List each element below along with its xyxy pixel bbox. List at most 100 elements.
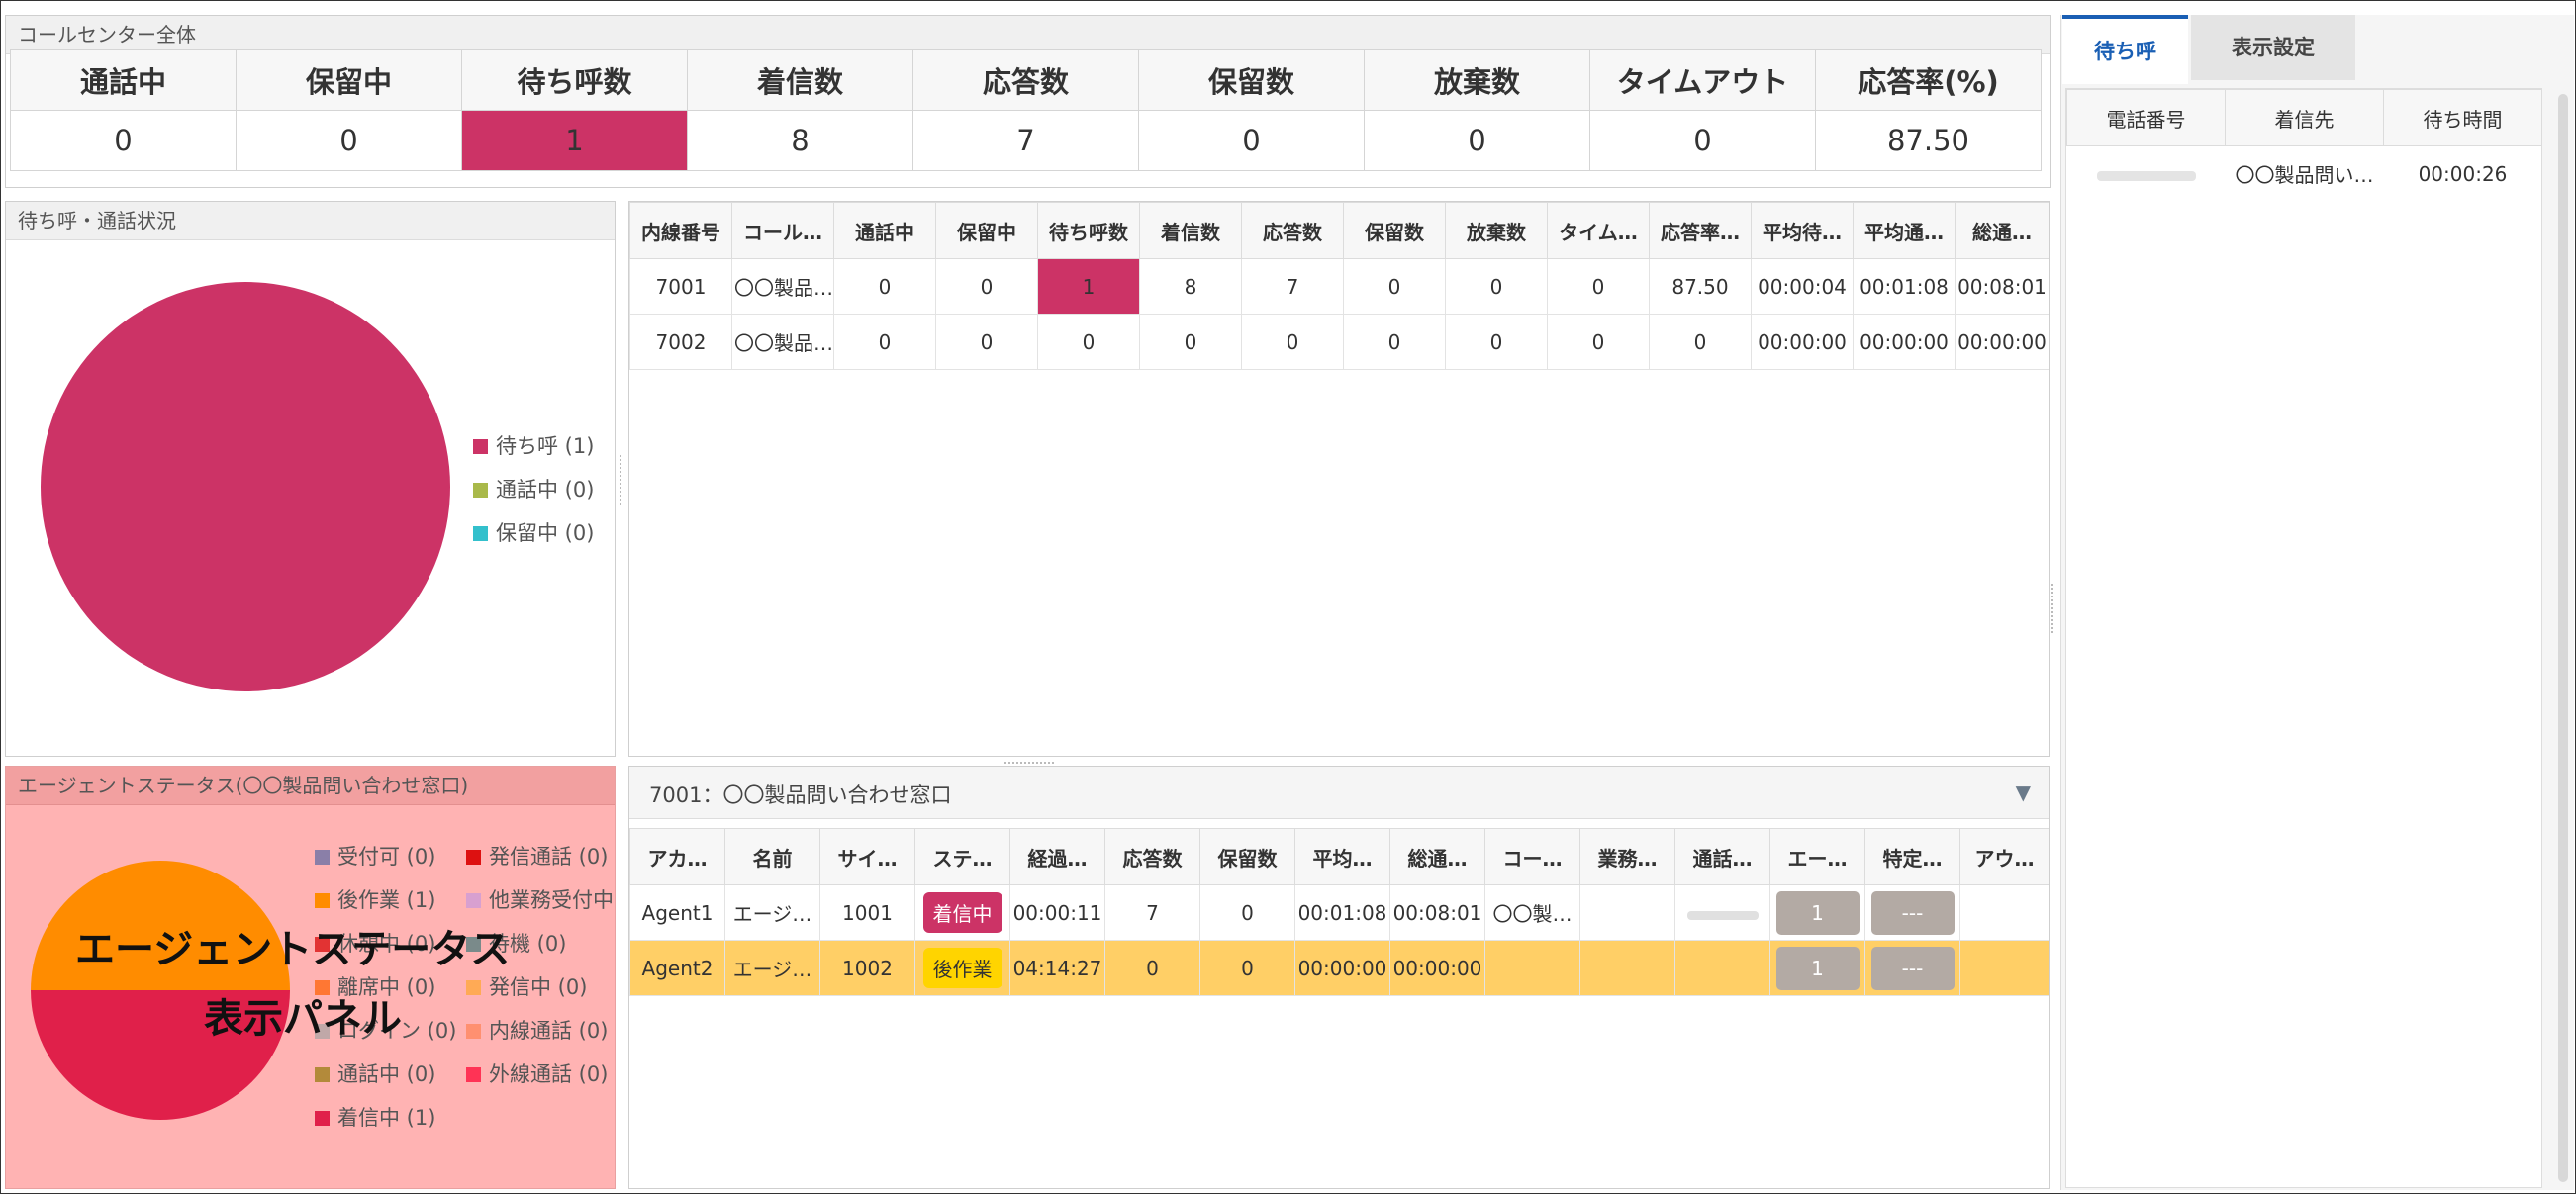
table-cell: 0 — [1445, 314, 1548, 370]
status-badge: 後作業 — [922, 948, 1002, 988]
column-header[interactable]: 通話中 — [833, 202, 936, 259]
right-splitter-handle[interactable] — [2051, 584, 2059, 633]
agent-total: 00:00:00 — [1389, 940, 1485, 996]
special-button[interactable]: --- — [1870, 890, 1955, 935]
column-header[interactable]: 着信数 — [1139, 202, 1242, 259]
agent-elapsed: 04:14:27 — [1009, 940, 1105, 996]
table-cell: 00:00:04 — [1751, 258, 1854, 315]
legend-label: 発信通話 (0) — [489, 845, 609, 869]
summary-header-row: 通話中 保留中 待ち呼数 着信数 応答数 保留数 放棄数 タイムアウト 応答率(… — [10, 49, 2042, 111]
agent-count-button[interactable]: 1 — [1775, 890, 1860, 935]
column-header[interactable]: 電話番号 — [2066, 89, 2226, 146]
legend-swatch — [466, 850, 481, 865]
queue-selector[interactable]: 7001：〇〇製品問い合わせ窓口 ▼ — [629, 767, 2049, 819]
column-header[interactable]: 業務… — [1579, 828, 1675, 885]
agent-out — [1959, 884, 2049, 941]
agent-count-button[interactable]: 1 — [1775, 946, 1860, 990]
table-cell: 0 — [1139, 314, 1242, 370]
column-header[interactable]: 放棄数 — [1445, 202, 1548, 259]
legend-item-hold: 保留中 (0) — [473, 517, 594, 547]
agent-avg: 00:01:08 — [1294, 884, 1390, 941]
column-header[interactable]: 着信先 — [2225, 89, 2384, 146]
column-header[interactable]: ステ… — [914, 828, 1010, 885]
column-header[interactable]: 総通… — [1389, 828, 1485, 885]
table-cell: 0 — [1343, 314, 1446, 370]
pie-slice-waiting — [41, 282, 450, 691]
column-header[interactable]: エー… — [1769, 828, 1865, 885]
column-header[interactable]: 総通… — [1955, 202, 2049, 259]
waiting-destination: 〇〇製品問い… — [2235, 163, 2374, 187]
legend-swatch — [466, 980, 481, 995]
table-cell: 00:00:00 — [1955, 314, 2049, 370]
legend-item: 通話中 (0) — [315, 1058, 435, 1088]
column-header[interactable]: 平均待… — [1751, 202, 1854, 259]
vertical-splitter-handle[interactable] — [620, 455, 627, 505]
legend-swatch — [315, 1111, 330, 1126]
legend-label: 着信中 (1) — [337, 1106, 436, 1130]
summary-value: 0 — [1589, 110, 1816, 171]
summary-value: 7 — [912, 110, 1139, 171]
column-header[interactable]: 通話… — [1674, 828, 1770, 885]
legend-swatch — [315, 850, 330, 865]
table-cell-waiting: 1 — [1037, 258, 1140, 315]
column-header[interactable]: 名前 — [724, 828, 820, 885]
column-header[interactable]: 平均… — [1294, 828, 1390, 885]
table-row[interactable]: 〇〇製品問い… 00:00:26 — [2067, 146, 2542, 202]
agent-answered: 0 — [1104, 940, 1200, 996]
vertical-scrollbar[interactable] — [2558, 94, 2568, 1182]
summary-value: 8 — [687, 110, 913, 171]
column-header[interactable]: 保留中 — [935, 202, 1038, 259]
table-row[interactable]: 7002 〇〇製品… 0 0 0 0 0 0 0 0 0 00:00:00 00… — [629, 314, 2049, 370]
column-header[interactable]: 応答数 — [1241, 202, 1344, 259]
legend-item: 外線通話 (0) — [466, 1058, 608, 1088]
table-cell: 00:00:00 — [1751, 314, 1854, 370]
column-header[interactable]: 待ち呼数 — [1037, 202, 1140, 259]
column-header[interactable]: 保留数 — [1199, 828, 1295, 885]
legend-label: 他業務受付中 — [489, 888, 614, 912]
overlay-annotation-line1: エージェントステータス — [75, 927, 511, 972]
table-row-selected[interactable]: Agent2 エージ… 1002 後作業 04:14:27 0 0 00:00:… — [629, 940, 2049, 996]
waiting-calls-list: 電話番号 着信先 待ち時間 〇〇製品問い… 00:00:26 — [2065, 88, 2542, 1188]
redacted-text — [1686, 910, 1759, 920]
table-cell: 0 — [935, 314, 1038, 370]
column-header[interactable]: 平均通… — [1853, 202, 1956, 259]
column-header[interactable]: アウ… — [1959, 828, 2049, 885]
legend-label: 発信中 (0) — [489, 975, 588, 999]
column-header[interactable]: コール… — [731, 202, 834, 259]
column-header[interactable]: 応答率… — [1649, 202, 1752, 259]
column-header[interactable]: 内線番号 — [629, 202, 732, 259]
tab-display-settings[interactable]: 表示設定 — [2191, 15, 2355, 80]
column-header[interactable]: 待ち時間 — [2383, 89, 2542, 146]
agent-out — [1959, 940, 2049, 996]
summary-value: 0 — [236, 110, 462, 171]
column-header[interactable]: 応答数 — [1104, 828, 1200, 885]
legend-item-waiting: 待ち呼 (1) — [473, 430, 594, 460]
column-header[interactable]: 経過… — [1009, 828, 1105, 885]
legend-item: 後作業 (1) — [315, 884, 435, 914]
special-button[interactable]: --- — [1870, 946, 1955, 990]
table-cell: 0 — [833, 258, 936, 315]
column-header[interactable]: タイム… — [1547, 202, 1650, 259]
column-header[interactable]: コー… — [1484, 828, 1580, 885]
legend-swatch — [473, 483, 488, 498]
extension-table-panel: 内線番号 コール… 通話中 保留中 待ち呼数 着信数 応答数 保留数 放棄数 タ… — [628, 201, 2050, 757]
overlay-annotation-line2: 表示パネル — [204, 996, 402, 1042]
right-panel: 待ち呼 表示設定 電話番号 着信先 待ち時間 〇〇製品問い… 00:00:26 — [2060, 15, 2574, 1190]
column-header[interactable]: 保留数 — [1343, 202, 1446, 259]
agent-hold: 0 — [1199, 940, 1295, 996]
column-header[interactable]: 特定… — [1864, 828, 1960, 885]
tab-waiting-calls[interactable]: 待ち呼 — [2062, 15, 2188, 84]
table-cell: 〇〇製品… — [731, 314, 834, 370]
agent-name: エージ… — [724, 884, 820, 941]
column-header[interactable]: サイ… — [819, 828, 915, 885]
table-row[interactable]: 7001 〇〇製品… 0 0 1 8 7 0 0 0 87.50 00:00:0… — [629, 258, 2049, 315]
column-header[interactable]: アカ… — [629, 828, 725, 885]
table-cell: 0 — [1649, 314, 1752, 370]
chevron-down-icon[interactable]: ▼ — [2016, 781, 2031, 804]
table-cell: 0 — [935, 258, 1038, 315]
agent-hold: 0 — [1199, 884, 1295, 941]
table-row[interactable]: Agent1 エージ… 1001 着信中 00:00:11 7 0 00:01:… — [629, 884, 2049, 941]
agent-name: エージ… — [724, 940, 820, 996]
legend-item: 内線通話 (0) — [466, 1015, 608, 1045]
table-cell: 7001 — [629, 258, 732, 315]
